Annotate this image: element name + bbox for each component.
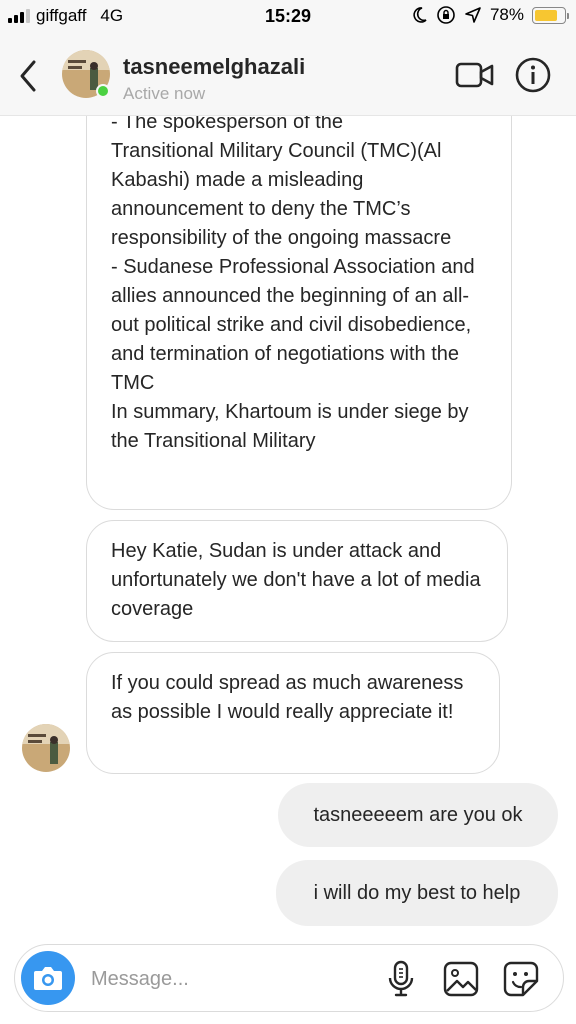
orientation-lock-icon xyxy=(437,6,455,24)
chat-header: tasneemelghazali Active now xyxy=(0,34,576,116)
gallery-button[interactable] xyxy=(443,961,479,997)
video-call-button[interactable] xyxy=(455,60,495,90)
info-button[interactable] xyxy=(514,56,552,94)
message-text: - Sudanese Professional Association and … xyxy=(111,256,475,394)
battery-icon xyxy=(532,6,569,24)
camera-icon xyxy=(34,967,62,990)
voice-message-button[interactable] xyxy=(387,960,415,998)
message-text: If you could spread as much awareness as… xyxy=(111,672,464,723)
cellular-signal-icon xyxy=(8,9,30,23)
chat-username[interactable]: tasneemelghazali xyxy=(123,54,305,80)
battery-level xyxy=(535,9,557,21)
message-bubble-incoming[interactable]: - The spokesperson of the Transitional M… xyxy=(86,80,512,510)
message-input[interactable] xyxy=(91,963,371,995)
online-indicator xyxy=(96,84,110,98)
message-text: Transitional Military Council (TMC)(Al K… xyxy=(111,140,452,249)
sticker-icon xyxy=(503,961,539,997)
active-status: Active now xyxy=(123,84,206,103)
video-camera-icon xyxy=(455,62,494,88)
message-bubble-outgoing[interactable]: i will do my best to help xyxy=(276,860,558,926)
chevron-left-icon xyxy=(20,60,36,92)
message-text: tasneeeeem are you ok xyxy=(313,804,523,826)
message-text: In summary, Khartoum is under siege by t… xyxy=(111,401,469,452)
avatar-image xyxy=(22,724,70,772)
moon-icon xyxy=(413,7,427,23)
message-bubble-incoming[interactable]: If you could spread as much awareness as… xyxy=(86,652,500,774)
camera-button[interactable] xyxy=(21,951,75,1005)
carrier-name: giffgaff xyxy=(36,6,87,25)
message-bubble-incoming[interactable]: Hey Katie, Sudan is under attack and unf… xyxy=(86,520,508,642)
location-arrow-icon xyxy=(465,7,481,23)
sticker-button[interactable] xyxy=(503,961,539,997)
message-text: i will do my best to help xyxy=(313,882,521,904)
sender-avatar[interactable] xyxy=(22,724,70,772)
status-bar: giffgaff 4G 15:29 78% xyxy=(0,0,576,34)
battery-percent: 78% xyxy=(489,5,524,24)
message-bubble-outgoing[interactable]: tasneeeeem are you ok xyxy=(278,783,558,847)
image-icon xyxy=(443,961,479,997)
network-type: 4G xyxy=(100,6,124,25)
message-text: Hey Katie, Sudan is under attack and unf… xyxy=(111,540,481,620)
info-icon xyxy=(515,57,551,93)
message-composer xyxy=(14,944,564,1012)
back-button[interactable] xyxy=(14,58,44,94)
microphone-icon xyxy=(388,960,414,997)
